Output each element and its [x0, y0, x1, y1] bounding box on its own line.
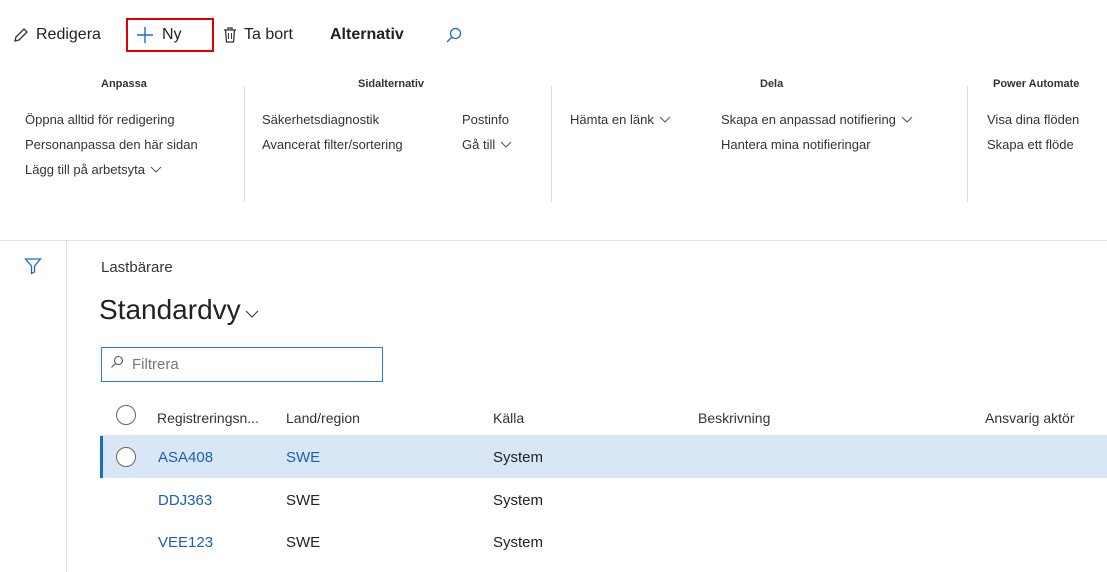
ribbon-divider — [967, 86, 968, 202]
ribbon-item-get-link-label: Hämta en länk — [570, 112, 654, 127]
filter-input[interactable] — [130, 355, 374, 374]
ribbon-item-manage-alerts[interactable]: Hantera mina notifieringar — [721, 137, 871, 152]
table-row[interactable]: ASA408 SWE System — [100, 436, 1107, 478]
column-header-responsible[interactable]: Ansvarig aktör — [985, 410, 1074, 426]
ribbon-item-get-link[interactable]: Hämta en länk — [570, 112, 671, 127]
ribbon-item-advanced-filter[interactable]: Avancerat filter/sortering — [262, 137, 403, 152]
filter-pane-strip — [0, 241, 67, 572]
delete-label: Ta bort — [244, 26, 293, 43]
chevron-down-icon — [241, 294, 259, 326]
table-row[interactable]: VEE123 SWE System — [100, 521, 1107, 563]
ribbon-item-security-diagnostics[interactable]: Säkerhetsdiagnostik — [262, 112, 379, 127]
ribbon-item-go-to[interactable]: Gå till — [462, 137, 512, 152]
tab-alternativ-label: Alternativ — [330, 26, 404, 43]
edit-button[interactable]: Redigera — [12, 18, 101, 52]
cell-source: System — [493, 492, 544, 509]
tab-alternativ[interactable]: Alternativ — [330, 18, 404, 52]
group-title-sidalternativ: Sidalternativ — [358, 78, 425, 90]
ribbon-item-custom-alert-label: Skapa en anpassad notifiering — [721, 112, 896, 127]
search-icon — [445, 26, 463, 44]
ribbon-item-record-info[interactable]: Postinfo — [462, 112, 509, 127]
new-label: Ny — [162, 26, 182, 43]
column-header-description[interactable]: Beskrivning — [698, 410, 770, 426]
group-title-power-automate: Power Automate — [993, 78, 1080, 90]
cell-source: System — [493, 449, 544, 466]
cell-source: System — [493, 534, 544, 551]
cell-country: SWE — [286, 492, 321, 509]
plus-icon — [136, 26, 154, 44]
column-header-country[interactable]: Land/region — [286, 410, 360, 426]
ribbon-item-add-workspace[interactable]: Lägg till på arbetsyta — [25, 162, 162, 177]
ribbon-item-create-flow[interactable]: Skapa ett flöde — [987, 137, 1074, 152]
filter-field[interactable] — [101, 347, 383, 382]
select-all-radio[interactable] — [116, 405, 136, 425]
trash-icon — [222, 26, 238, 44]
action-pane: Redigera Ny Ta bort Alternativ — [0, 0, 1107, 60]
funnel-icon[interactable] — [24, 257, 42, 280]
ribbon-item-view-flows[interactable]: Visa dina flöden — [987, 112, 1079, 127]
ribbon-item-custom-alert[interactable]: Skapa en anpassad notifiering — [721, 112, 913, 127]
chevron-down-icon — [654, 112, 671, 127]
chevron-down-icon — [495, 137, 512, 152]
grid-header-row: Registreringsn... Land/region Källa Besk… — [100, 397, 1107, 436]
ribbon-divider — [244, 86, 245, 202]
cell-reg[interactable]: DDJ363 — [158, 492, 212, 509]
column-header-reg[interactable]: Registreringsn... — [157, 410, 259, 426]
cell-reg[interactable]: VEE123 — [158, 534, 213, 551]
group-title-dela: Dela — [760, 78, 784, 90]
pencil-icon — [12, 26, 30, 44]
chevron-down-icon — [145, 162, 162, 177]
view-selector[interactable]: Standardvy — [99, 294, 259, 326]
delete-button[interactable]: Ta bort — [222, 18, 293, 52]
breadcrumb: Lastbärare — [101, 259, 173, 276]
cell-reg[interactable]: ASA408 — [158, 449, 213, 466]
selected-row-indicator — [100, 436, 103, 478]
table-row[interactable]: DDJ363 SWE System — [100, 479, 1107, 521]
cell-country[interactable]: SWE — [286, 449, 320, 466]
ribbon-panel: Anpassa Öppna alltid för redigering Pers… — [0, 60, 1107, 241]
ribbon-item-always-edit[interactable]: Öppna alltid för redigering — [25, 112, 175, 127]
ribbon-item-personalize[interactable]: Personanpassa den här sidan — [25, 137, 198, 152]
row-select-radio[interactable] — [116, 447, 136, 467]
search-button[interactable] — [445, 18, 463, 52]
group-title-anpassa: Anpassa — [101, 78, 147, 90]
cell-country: SWE — [286, 534, 321, 551]
page-title: Standardvy — [99, 294, 241, 325]
ribbon-divider — [551, 86, 552, 202]
column-header-source[interactable]: Källa — [493, 410, 524, 426]
chevron-down-icon — [896, 112, 913, 127]
ribbon-item-go-to-label: Gå till — [462, 137, 496, 152]
new-button[interactable]: Ny — [126, 18, 214, 52]
search-icon — [110, 355, 124, 374]
ribbon-item-add-workspace-label: Lägg till på arbetsyta — [25, 162, 145, 177]
edit-label: Redigera — [36, 26, 101, 43]
